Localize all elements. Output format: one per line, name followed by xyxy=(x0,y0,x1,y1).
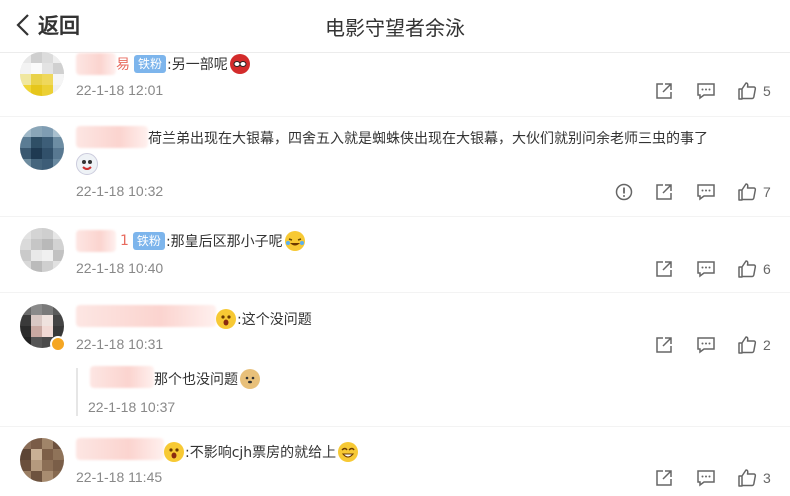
page-title: 电影守望者余泳 xyxy=(325,16,465,40)
top-bar: 返回 电影守望者余泳 xyxy=(0,0,790,53)
shocked-emoji-icon xyxy=(216,309,236,329)
comment-time: 22-1-18 10:31 xyxy=(76,336,164,352)
comment-icon xyxy=(696,259,716,279)
share-icon xyxy=(654,81,674,101)
share-icon xyxy=(654,259,674,279)
share-icon xyxy=(654,335,674,355)
comment-actions: 2 xyxy=(654,335,771,355)
comment-actions: 7 xyxy=(614,182,771,202)
blurred-username[interactable] xyxy=(90,366,154,388)
thumbs-up-icon xyxy=(737,182,757,202)
comment-time: 22-1-18 10:32 xyxy=(76,183,164,199)
like-button[interactable]: 3 xyxy=(737,468,771,488)
reply-indent-bar xyxy=(76,368,78,416)
like-count: 6 xyxy=(763,261,771,277)
like-count: 5 xyxy=(763,83,771,99)
blurred-username[interactable] xyxy=(76,53,116,75)
crying-laugh-emoji-icon xyxy=(284,231,305,251)
fan-badge: 铁粉 xyxy=(134,55,167,73)
divider xyxy=(0,116,790,117)
like-button[interactable]: 5 xyxy=(737,81,771,101)
comment-actions: 6 xyxy=(654,259,771,279)
share-icon xyxy=(654,468,674,488)
like-count: 7 xyxy=(763,184,771,200)
divider xyxy=(0,216,790,217)
divider xyxy=(0,292,790,293)
share-button[interactable] xyxy=(654,468,674,488)
blurred-username[interactable] xyxy=(76,230,116,252)
like-count: 2 xyxy=(763,337,771,353)
comment-text: :这个没问题 xyxy=(237,312,312,328)
share-button[interactable] xyxy=(654,335,674,355)
comment-time: 22-1-18 11:45 xyxy=(76,469,163,485)
fan-badge: 铁粉 xyxy=(132,232,165,250)
like-count: 3 xyxy=(763,470,771,486)
reply-text: 那个也没问题 xyxy=(154,372,238,388)
blurred-username[interactable] xyxy=(76,126,148,148)
report-icon xyxy=(614,182,634,202)
share-button[interactable] xyxy=(654,81,674,101)
comment-text: :那皇后区那小子呢 xyxy=(165,234,283,250)
share-button[interactable] xyxy=(654,259,674,279)
share-icon xyxy=(654,182,674,202)
comment-text: :另一部呢 xyxy=(167,57,228,73)
blurred-username[interactable] xyxy=(76,438,164,460)
comment-icon xyxy=(696,182,716,202)
comment-actions: 3 xyxy=(654,468,771,488)
comment-actions: 5 xyxy=(654,81,771,101)
comment-time: 22-1-18 10:40 xyxy=(76,260,164,276)
avatar[interactable] xyxy=(20,438,64,482)
like-button[interactable]: 6 xyxy=(737,259,771,279)
thumbs-up-icon xyxy=(737,259,757,279)
comment-icon xyxy=(696,468,716,488)
comment-time: 22-1-18 12:01 xyxy=(76,82,164,98)
verified-badge-icon xyxy=(50,336,66,352)
comment-icon xyxy=(696,335,716,355)
divider xyxy=(0,426,790,427)
reply-time: 22-1-18 10:37 xyxy=(88,399,176,415)
reply-button[interactable] xyxy=(696,259,716,279)
comment-text: :不影响cjh票房的就给上 xyxy=(185,445,337,461)
grin-emoji-icon xyxy=(338,442,359,462)
reply-button[interactable] xyxy=(696,81,716,101)
thumbs-up-icon xyxy=(737,81,757,101)
username-suffix[interactable]: 1 xyxy=(120,233,129,249)
thumbs-up-icon xyxy=(737,468,757,488)
share-button[interactable] xyxy=(654,182,674,202)
like-button[interactable]: 7 xyxy=(737,182,771,202)
comment-text: 荷兰弟出现在大银幕，四舍五入就是蜘蛛侠出现在大银幕，大伙们就别问余老师三虫的事了 xyxy=(148,131,708,147)
reply-button[interactable] xyxy=(696,468,716,488)
avatar[interactable] xyxy=(20,126,64,170)
avatar[interactable] xyxy=(20,52,64,96)
username-suffix[interactable]: 易 xyxy=(116,54,130,74)
reply-button[interactable] xyxy=(696,335,716,355)
blurred-username[interactable] xyxy=(76,305,216,327)
mask-emoji-icon xyxy=(76,153,98,175)
comment-icon xyxy=(696,81,716,101)
avatar[interactable] xyxy=(20,228,64,272)
report-button[interactable] xyxy=(614,182,634,202)
shocked-emoji-icon xyxy=(164,442,184,462)
like-button[interactable]: 2 xyxy=(737,335,771,355)
reply-button[interactable] xyxy=(696,182,716,202)
thumbs-up-icon xyxy=(737,335,757,355)
doge-emoji-icon xyxy=(240,369,260,389)
spider-man-emoji-icon xyxy=(229,54,250,74)
